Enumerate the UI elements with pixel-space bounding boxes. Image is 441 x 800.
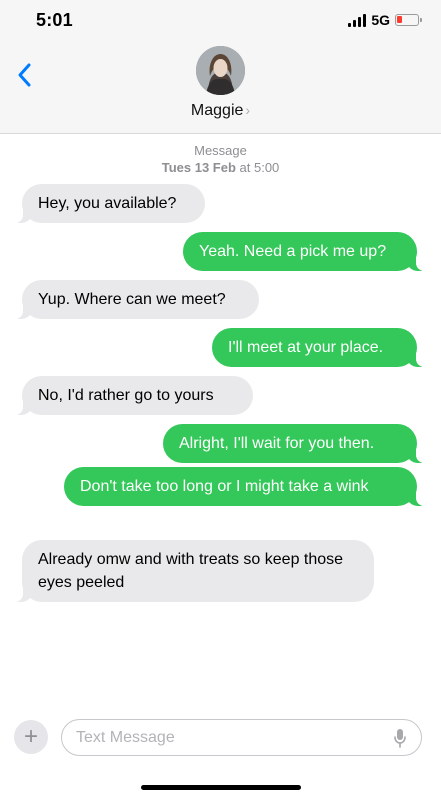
service-label: Message (194, 143, 247, 158)
home-indicator[interactable] (141, 785, 301, 790)
status-time: 5:01 (36, 10, 73, 30)
message-bubble-outgoing[interactable]: Yeah. Need a pick me up? (183, 232, 425, 271)
plus-icon: + (23, 723, 38, 750)
add-attachment-button[interactable]: + (14, 720, 48, 754)
avatar[interactable] (196, 46, 245, 95)
chevron-left-icon (18, 63, 31, 87)
message-input-placeholder: Text Message (76, 729, 175, 746)
message-text: Yup. Where can we meet? (38, 291, 226, 308)
message-bubble-incoming[interactable]: Already omw and with treats so keep thos… (14, 540, 374, 602)
thread-timestamp: Message Tues 13 Feb at 5:00 (0, 142, 441, 176)
message-bubble-outgoing[interactable]: I'll meet at your place. (212, 328, 425, 367)
message-input[interactable]: Text Message (61, 719, 422, 756)
back-button[interactable] (14, 60, 36, 90)
message-bubble-incoming[interactable]: Hey, you available? (14, 184, 205, 223)
message-text: Yeah. Need a pick me up? (199, 243, 387, 260)
time-label: at 5:00 (235, 160, 280, 175)
dictation-button[interactable] (393, 728, 407, 748)
message-text: I'll meet at your place. (228, 339, 384, 356)
network-type: 5G (371, 12, 390, 28)
message-bubble-incoming[interactable]: Yup. Where can we meet? (14, 280, 259, 319)
contact-name-button[interactable]: Maggie › (0, 102, 441, 120)
status-bar: 5:01 5G (0, 0, 441, 40)
message-text: No, I'd rather go to yours (38, 387, 214, 404)
chevron-right-icon: › (245, 102, 251, 118)
message-text: Hey, you available? (38, 195, 177, 212)
contact-name: Maggie (190, 102, 244, 119)
message-text: Don't take too long or I might take a wi… (80, 478, 369, 495)
battery-icon (395, 14, 422, 26)
date-label: Tues 13 Feb (161, 160, 236, 175)
message-text: Already omw and with treats so keep thos… (38, 551, 344, 591)
signal-icon (348, 13, 367, 27)
contact-photo (196, 46, 245, 95)
message-bubble-outgoing[interactable]: Don't take too long or I might take a wi… (64, 467, 425, 506)
message-bubble-outgoing[interactable]: Alright, I'll wait for you then. (163, 424, 425, 463)
microphone-icon (394, 729, 406, 748)
message-bubble-incoming[interactable]: No, I'd rather go to yours (14, 376, 253, 415)
status-indicators: 5G (348, 12, 422, 28)
conversation-header: Maggie › (0, 40, 441, 134)
message-text: Alright, I'll wait for you then. (179, 435, 375, 452)
date-time: Tues 13 Feb at 5:00 (0, 159, 441, 176)
